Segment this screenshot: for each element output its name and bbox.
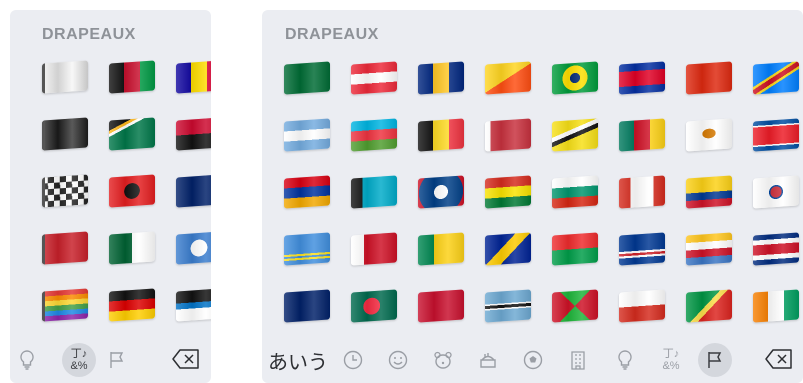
flag-comoros[interactable] [686,232,732,266]
flag-barbados[interactable] [418,61,464,95]
flag-white-flag[interactable] [42,60,88,94]
flag-black-flag[interactable] [42,117,88,151]
section-title: DRAPEAUX [285,26,379,43]
flag-bahrain[interactable] [351,232,397,266]
ball-icon[interactable] [516,343,550,377]
flag-cameroon[interactable] [619,118,665,152]
flag-icon[interactable] [698,343,732,377]
flag-botswana[interactable] [485,289,531,323]
flag-rainbow-flag[interactable] [42,288,88,322]
flag-argentina[interactable] [284,118,330,152]
flag-icon[interactable] [100,343,134,377]
flag-aruba[interactable] [284,232,330,266]
building-icon[interactable] [561,343,595,377]
flag-austria[interactable] [351,61,397,95]
flag-burundi[interactable] [552,289,598,323]
flag-chequered-flag[interactable] [42,174,88,208]
flag-azerbaijan[interactable] [351,118,397,152]
flag-afghanistan[interactable] [109,60,155,94]
flag-saudi-arabia[interactable] [284,61,330,95]
flag-triangular-flag[interactable] [42,231,88,265]
flag-congo[interactable] [686,289,732,323]
flag-antarctica[interactable] [176,231,211,265]
flag-australia[interactable] [284,289,330,323]
flag-burkina-faso[interactable] [552,232,598,266]
clock-icon[interactable] [336,343,370,377]
flag-bermuda[interactable] [418,289,464,323]
emoji-keyboard-left: DRAPEAUX 丁♪ &% [10,10,211,383]
flag-costa-rica[interactable] [753,232,799,266]
flag-cambodia[interactable] [619,61,665,95]
section-title: DRAPEAUX [42,26,136,43]
flag-cyprus[interactable] [686,118,732,152]
flag-brazil[interactable] [552,61,598,95]
flag-canada[interactable] [619,175,665,209]
category-bar: 丁♪ &% [10,335,211,383]
flag-bangladesh[interactable] [351,289,397,323]
smiley-icon[interactable] [381,343,415,377]
flag-belize[interactable] [418,175,464,209]
flag-bosnia[interactable] [485,232,531,266]
flag-cape-verde[interactable] [619,232,665,266]
symbols-icon[interactable]: 丁♪ &% [62,343,96,377]
food-icon[interactable] [471,343,505,377]
flag-chile[interactable] [619,289,665,323]
flag-north-korea[interactable] [753,118,799,152]
symbols-label: 丁♪ &% [662,348,680,372]
flag-dr-congo[interactable] [753,61,799,95]
symbols-label: 丁♪ &% [70,348,88,372]
animal-icon[interactable] [426,343,460,377]
flag-bhutan[interactable] [485,61,531,95]
flag-albania[interactable] [109,174,155,208]
flag-china[interactable] [686,61,732,95]
flag-bahamas[interactable] [351,175,397,209]
lightbulb-icon[interactable] [608,343,642,377]
flag-anguilla[interactable] [176,174,211,208]
delete-icon[interactable] [765,349,793,369]
flag-colombia[interactable] [686,175,732,209]
flag-andorra[interactable] [176,60,211,94]
flag-antigua-barbuda[interactable] [176,288,211,322]
flag-bolivia[interactable] [485,175,531,209]
flag-south-africa[interactable] [109,117,155,151]
flag-brunei[interactable] [552,118,598,152]
flag-armenia[interactable] [284,175,330,209]
flag-belarus[interactable] [485,118,531,152]
symbols-icon[interactable]: 丁♪ &% [654,343,688,377]
flag-south-korea[interactable] [753,175,799,209]
flag-algeria[interactable] [109,231,155,265]
category-bar: あいう 丁♪ &% [262,335,803,383]
flag-benin[interactable] [418,232,464,266]
flag-belgium[interactable] [418,118,464,152]
delete-icon[interactable] [172,349,200,369]
lightbulb-icon[interactable] [10,343,44,377]
flag-ivory-coast[interactable] [753,289,799,323]
flag-angola[interactable] [176,117,211,151]
flag-germany[interactable] [109,288,155,322]
emoji-keyboard-right: DRAPEAUX あいう 丁♪ &% [262,10,803,383]
keyboard-switch-button[interactable]: あいう [264,343,332,377]
flag-bulgaria[interactable] [552,175,598,209]
